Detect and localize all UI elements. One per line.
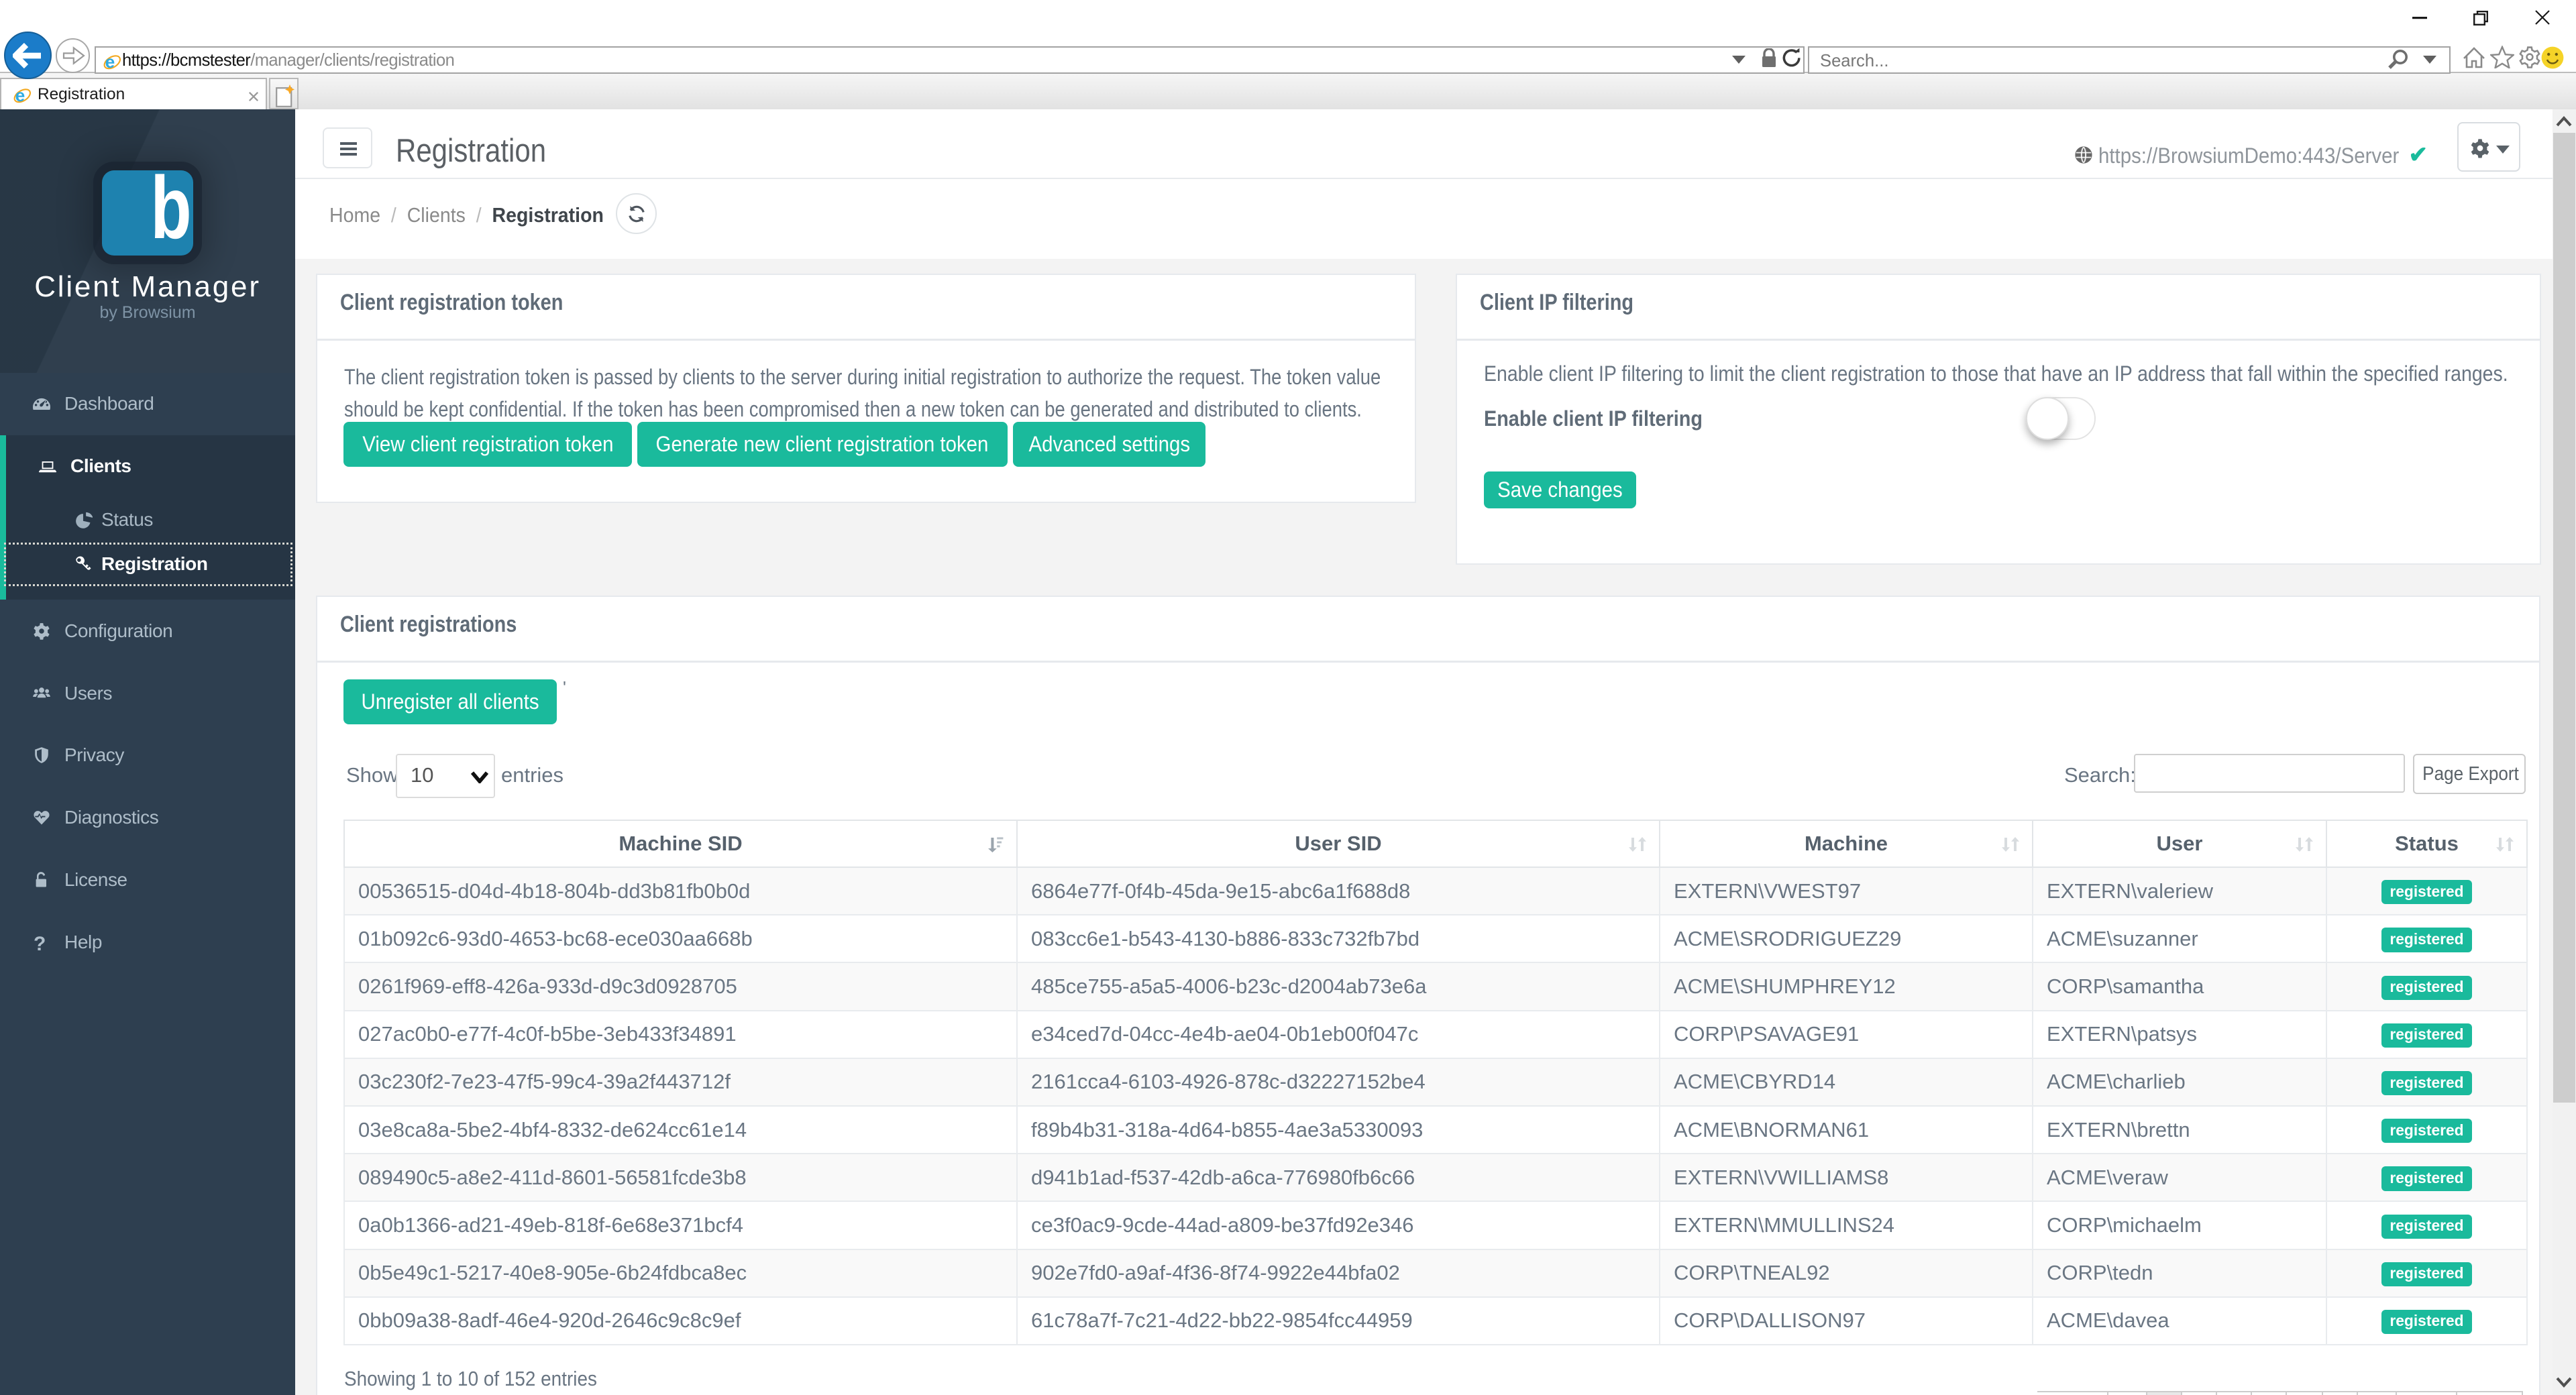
svg-text:e: e: [105, 52, 115, 72]
svg-text:e: e: [15, 85, 25, 105]
